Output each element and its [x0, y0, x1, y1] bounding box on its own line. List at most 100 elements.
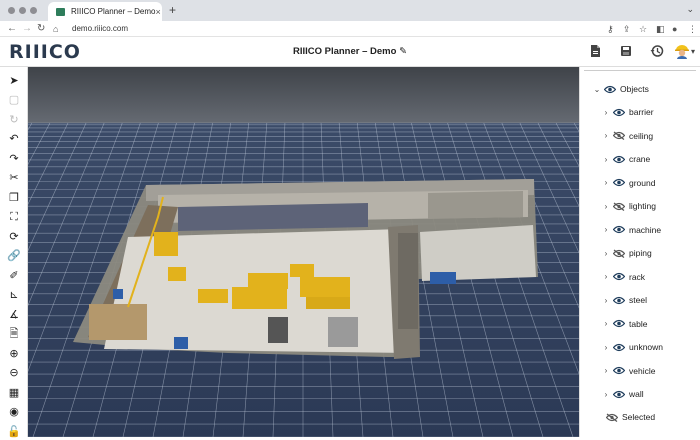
eye-icon[interactable]	[613, 225, 625, 234]
3d-viewport[interactable]	[28, 67, 579, 437]
select-tool[interactable]: ➤	[6, 73, 22, 89]
object-row-crane[interactable]: › crane	[601, 150, 700, 168]
object-row-steel[interactable]: › steel	[601, 291, 700, 309]
chevron-right-icon[interactable]: ›	[601, 178, 611, 187]
maximize-window-icon[interactable]	[30, 7, 37, 14]
share-icon[interactable]: ⇪	[623, 22, 631, 36]
eye-icon[interactable]	[604, 85, 616, 94]
object-row-barrier[interactable]: › barrier	[601, 103, 700, 121]
link-tool[interactable]: 🔗	[6, 249, 22, 265]
bookmark-star-icon[interactable]: ☆	[639, 22, 647, 36]
object-row-lighting[interactable]: › lighting	[601, 197, 700, 215]
minimize-window-icon[interactable]	[19, 7, 26, 14]
chevron-right-icon[interactable]: ›	[601, 108, 611, 117]
chevron-right-icon[interactable]: ›	[601, 343, 611, 352]
edit-pencil-icon[interactable]: ✎	[399, 46, 407, 57]
chevron-right-icon[interactable]: ›	[601, 155, 611, 164]
chevron-right-icon[interactable]: ›	[601, 319, 611, 328]
chevron-right-icon[interactable]: ›	[601, 296, 611, 305]
objects-panel: ⌄ Objects › barrier › ceiling › crane › ground ›…	[579, 67, 700, 437]
user-avatar-icon[interactable]	[674, 43, 690, 59]
object-row-wall[interactable]: › wall	[601, 385, 700, 403]
redo-disabled-tool[interactable]: ↻	[6, 112, 22, 128]
object-row-vehicle[interactable]: › vehicle	[601, 362, 700, 380]
home-icon[interactable]: ⌂	[53, 22, 58, 36]
project-title[interactable]: RIIICO Planner – Demo ✎	[250, 46, 450, 57]
undo-tool[interactable]: ↶	[6, 132, 22, 148]
object-row-piping[interactable]: › piping	[601, 244, 700, 262]
camera-tool[interactable]: ◉	[6, 405, 22, 421]
browser-window: RIIICO Planner – Demo × + ⌄ ← → ↻ ⌂ demo…	[0, 0, 700, 437]
box-tool[interactable]: ▢	[6, 93, 22, 109]
object-row-ground[interactable]: › ground	[601, 174, 700, 192]
sky-backdrop	[28, 67, 579, 123]
user-menu-chevron-icon[interactable]: ▾	[691, 47, 695, 56]
eye-off-icon[interactable]	[613, 249, 625, 258]
close-window-icon[interactable]	[8, 7, 15, 14]
object-row-ceiling[interactable]: › ceiling	[601, 127, 700, 145]
object-row-table[interactable]: › table	[601, 315, 700, 333]
history-icon[interactable]	[650, 44, 664, 58]
object-row-rack[interactable]: › rack	[601, 268, 700, 286]
paint-tool[interactable]: ✐	[6, 268, 22, 284]
objects-root-row[interactable]: ⌄ Objects	[592, 80, 700, 98]
cut-tool[interactable]: ✂	[6, 171, 22, 187]
eye-icon[interactable]	[613, 178, 625, 187]
chevron-right-icon[interactable]: ›	[601, 366, 611, 375]
profile-icon[interactable]: ●	[672, 22, 677, 36]
angle-tool[interactable]: ∡	[6, 307, 22, 323]
browser-tab[interactable]: RIIICO Planner – Demo ×	[48, 2, 162, 21]
eye-icon[interactable]	[613, 366, 625, 375]
object-label: crane	[629, 154, 651, 164]
eye-icon[interactable]	[613, 155, 625, 164]
back-icon[interactable]: ←	[7, 22, 17, 36]
eye-icon[interactable]	[613, 390, 625, 399]
grid-tool[interactable]: ▦	[6, 385, 22, 401]
rotate-tool[interactable]: ⟳	[6, 229, 22, 245]
save-all-icon[interactable]	[619, 44, 633, 58]
object-label: wall	[629, 389, 644, 399]
measure-tool[interactable]: ⊾	[6, 288, 22, 304]
tool-rail: ➤ ▢ ↻ ↶ ↷ ✂ ❐ ⛶ ⟳ 🔗 ✐ ⊾ ∡ 🗎 ⊕ ⊖ ▦ ◉ 🔓	[0, 67, 28, 437]
eye-off-icon[interactable]	[613, 202, 625, 211]
chevron-right-icon[interactable]: ›	[601, 390, 611, 399]
browser-menu-icon[interactable]: ⋮	[688, 22, 697, 36]
chevron-right-icon[interactable]: ›	[601, 249, 611, 258]
selected-row[interactable]: Selected	[604, 408, 700, 426]
tab-search-icon[interactable]: ⌄	[686, 4, 694, 15]
tab-close-icon[interactable]: ×	[155, 7, 160, 17]
eye-icon[interactable]	[613, 296, 625, 305]
new-tab-button[interactable]: +	[169, 3, 176, 17]
eye-icon[interactable]	[613, 108, 625, 117]
eye-icon[interactable]	[613, 319, 625, 328]
chevron-right-icon[interactable]: ›	[601, 131, 611, 140]
object-row-unknown[interactable]: › unknown	[601, 338, 700, 356]
object-row-machine[interactable]: › machine	[601, 221, 700, 239]
copy-tool[interactable]: ❐	[6, 190, 22, 206]
eye-off-icon[interactable]	[606, 413, 618, 422]
eye-icon[interactable]	[613, 272, 625, 281]
chevron-right-icon[interactable]: ›	[601, 272, 611, 281]
chevron-right-icon[interactable]: ›	[601, 202, 611, 211]
chevron-down-icon[interactable]: ⌄	[592, 85, 602, 94]
reload-icon[interactable]: ↻	[37, 22, 45, 36]
tab-title: RIIICO Planner – Demo	[71, 7, 156, 16]
object-label: ceiling	[629, 130, 654, 141]
document-icon[interactable]	[588, 44, 602, 58]
lock-tool[interactable]: 🔓	[6, 424, 22, 440]
selected-label: Selected	[622, 412, 656, 422]
address-bar[interactable]: demo.riiico.com	[72, 23, 128, 35]
chevron-right-icon[interactable]: ›	[601, 225, 611, 234]
zoom-out-tool[interactable]: ⊖	[6, 366, 22, 382]
report-tool[interactable]: 🗎	[6, 327, 22, 343]
eye-icon[interactable]	[613, 343, 625, 352]
crop-tool[interactable]: ⛶	[6, 210, 22, 226]
scene-canvas[interactable]	[28, 67, 579, 437]
favicon-icon	[56, 7, 65, 16]
side-panel-icon[interactable]: ◧	[656, 22, 665, 36]
forward-icon[interactable]: →	[22, 22, 32, 36]
zoom-in-tool[interactable]: ⊕	[6, 346, 22, 362]
redo-tool[interactable]: ↷	[6, 151, 22, 167]
eye-off-icon[interactable]	[613, 131, 625, 140]
key-icon[interactable]: ⚷	[607, 22, 614, 36]
